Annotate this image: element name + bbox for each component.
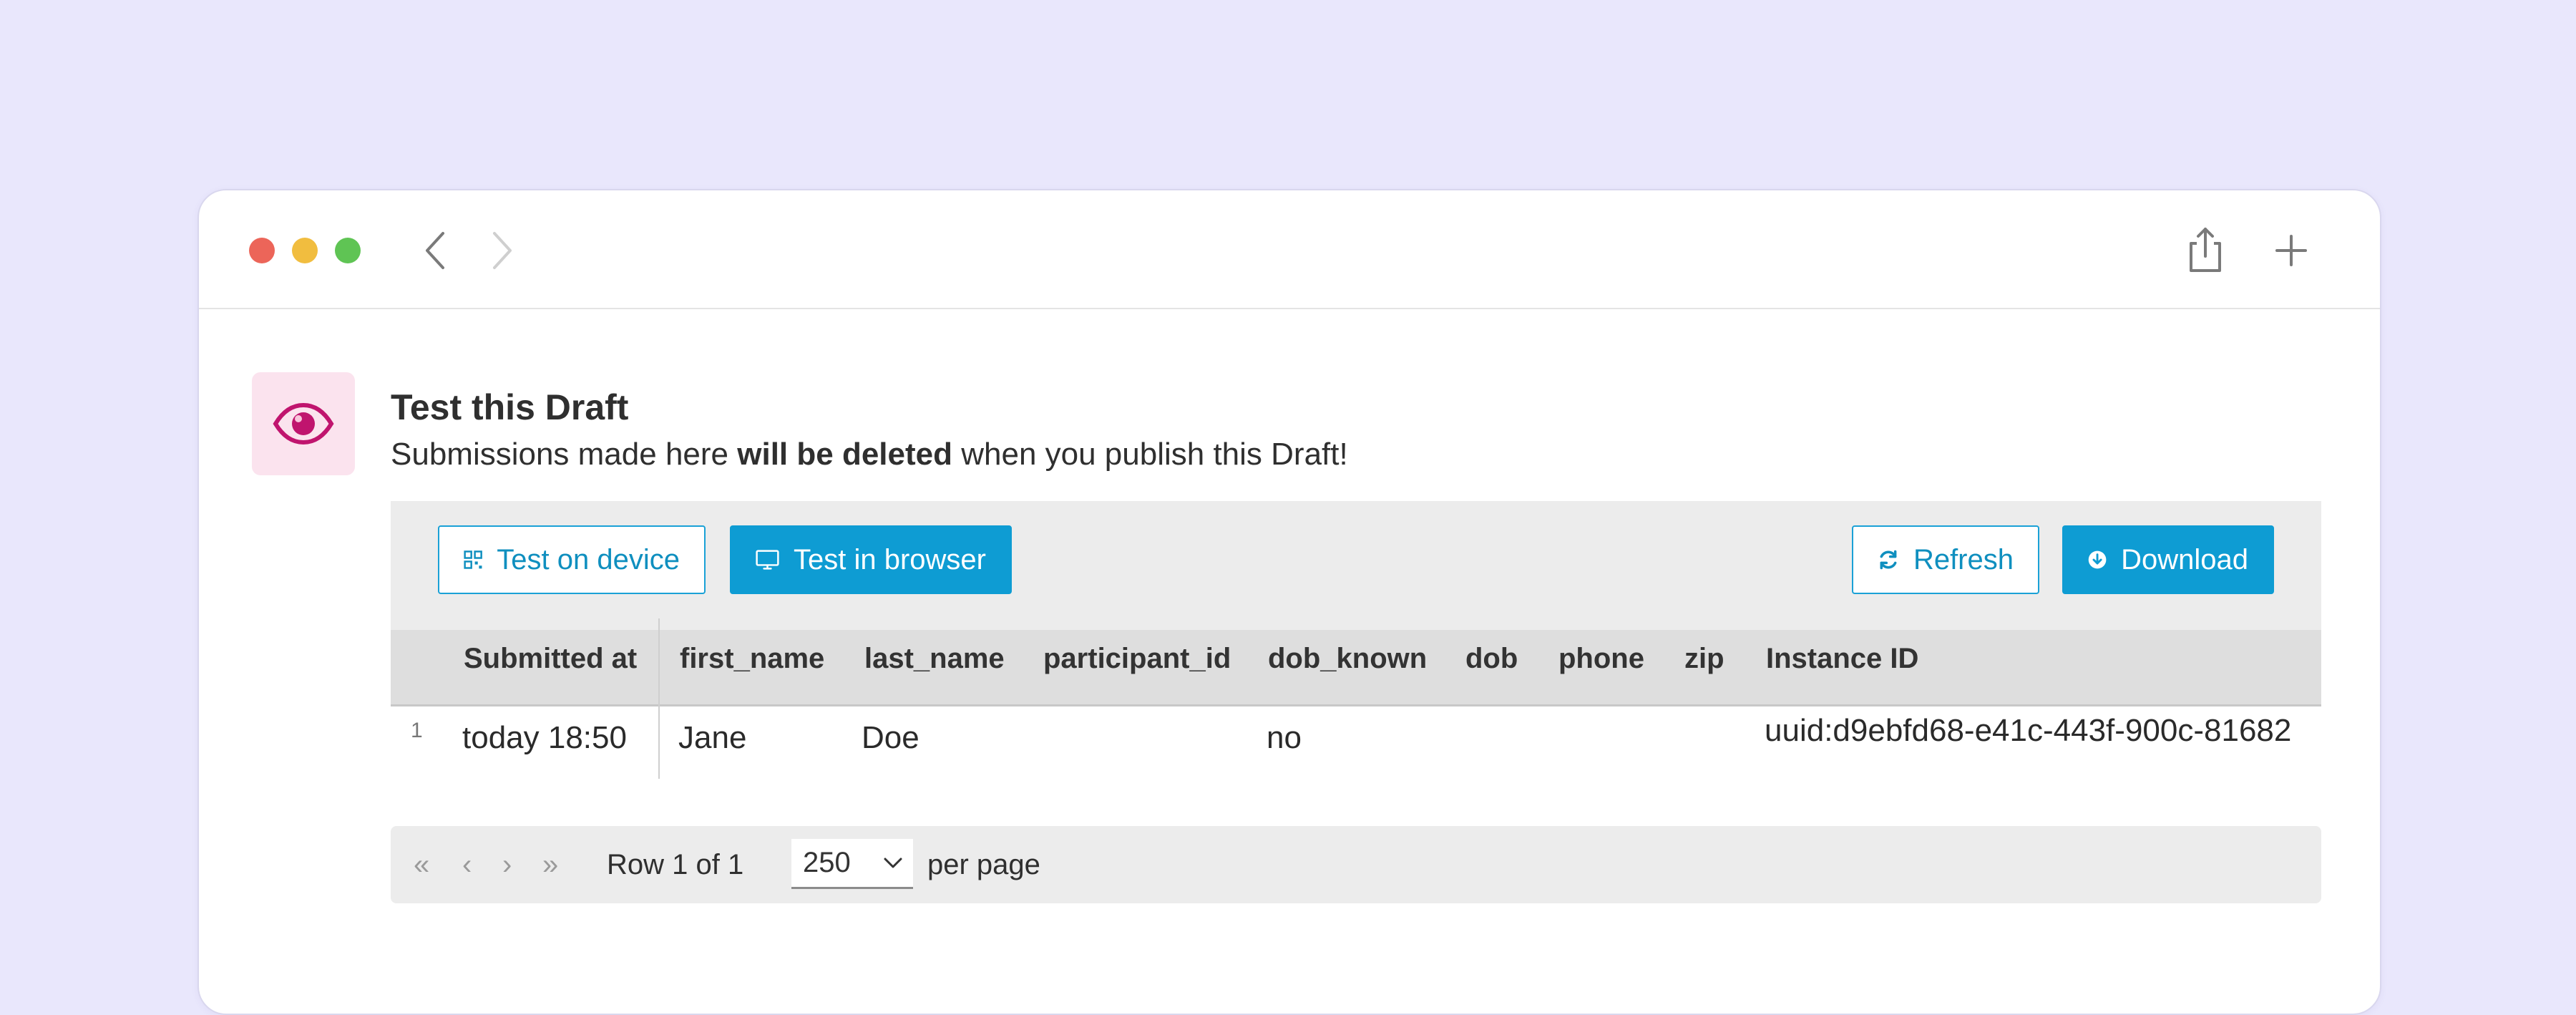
row-number: 1 (411, 719, 423, 742)
refresh-label: Refresh (1913, 543, 2014, 576)
column-header-first-name[interactable]: first_name (680, 643, 824, 675)
column-header-dob-known[interactable]: dob_known (1268, 643, 1427, 675)
browser-titlebar (199, 190, 2380, 309)
cell-submitted-at: today 18:50 (462, 720, 627, 755)
column-header-phone[interactable]: phone (1558, 643, 1644, 675)
subtitle-suffix: when you publish this Draft! (952, 437, 1348, 472)
cell-first-name: Jane (678, 720, 747, 755)
draft-preview-badge (252, 372, 355, 475)
download-label: Download (2121, 543, 2248, 576)
back-button[interactable] (415, 230, 455, 271)
cell-dob-known: no (1267, 720, 1302, 755)
previous-page-icon[interactable]: ‹ (462, 849, 472, 881)
refresh-button[interactable]: Refresh (1852, 525, 2039, 594)
share-icon (2190, 228, 2221, 272)
subtitle-emphasis: will be deleted (737, 437, 952, 472)
forward-button[interactable] (482, 230, 522, 271)
cell-last-name: Doe (862, 720, 919, 755)
column-header-last-name[interactable]: last_name (864, 643, 1005, 675)
column-header-zip[interactable]: zip (1684, 643, 1724, 675)
column-header-submitted-at[interactable]: Submitted at (464, 643, 637, 675)
monitor-icon (756, 550, 779, 570)
chevron-down-icon (884, 858, 902, 868)
test-in-browser-label: Test in browser (794, 543, 986, 576)
minimize-window-button[interactable] (292, 238, 318, 263)
test-in-browser-button[interactable]: Test in browser (730, 525, 1012, 594)
row-info: Row 1 of 1 (607, 849, 744, 880)
refresh-icon (1880, 550, 1897, 570)
page-size-select[interactable]: 250 (791, 839, 913, 889)
eye-icon (273, 402, 334, 445)
plus-icon (2275, 235, 2307, 266)
chevron-right-icon (493, 232, 512, 269)
new-tab-button[interactable] (2270, 229, 2313, 272)
download-button[interactable]: Download (2062, 525, 2274, 594)
next-page-icon[interactable]: › (502, 849, 512, 881)
chevron-left-icon (426, 232, 444, 269)
subtitle-prefix: Submissions made here (391, 437, 738, 472)
cell-instance-id: uuid:d9ebfd68-e41c-443f-900c-81682 (1765, 713, 2292, 748)
page-size-value: 250 (803, 847, 851, 878)
download-circle-icon (2088, 550, 2107, 569)
qr-code-icon (464, 550, 482, 569)
column-header-instance-id[interactable]: Instance ID (1766, 643, 1918, 675)
test-on-device-label: Test on device (497, 543, 680, 576)
maximize-window-button[interactable] (335, 238, 361, 263)
cell-instance-id-clip: uuid:d9ebfd68-e41c-443f-900c-81682 (1765, 713, 2321, 763)
first-page-icon[interactable]: « (414, 849, 429, 881)
last-page-icon[interactable]: » (542, 849, 558, 881)
page-title: Test this Draft (391, 387, 629, 427)
page-subtitle: Submissions made here will be deleted wh… (391, 437, 1348, 472)
test-on-device-button[interactable]: Test on device (438, 525, 706, 594)
column-header-participant-id[interactable]: participant_id (1043, 643, 1231, 675)
per-page-label: per page (927, 849, 1040, 880)
share-button[interactable] (2184, 226, 2227, 273)
column-header-dob[interactable]: dob (1465, 643, 1518, 675)
column-divider (658, 618, 660, 779)
close-window-button[interactable] (249, 238, 275, 263)
